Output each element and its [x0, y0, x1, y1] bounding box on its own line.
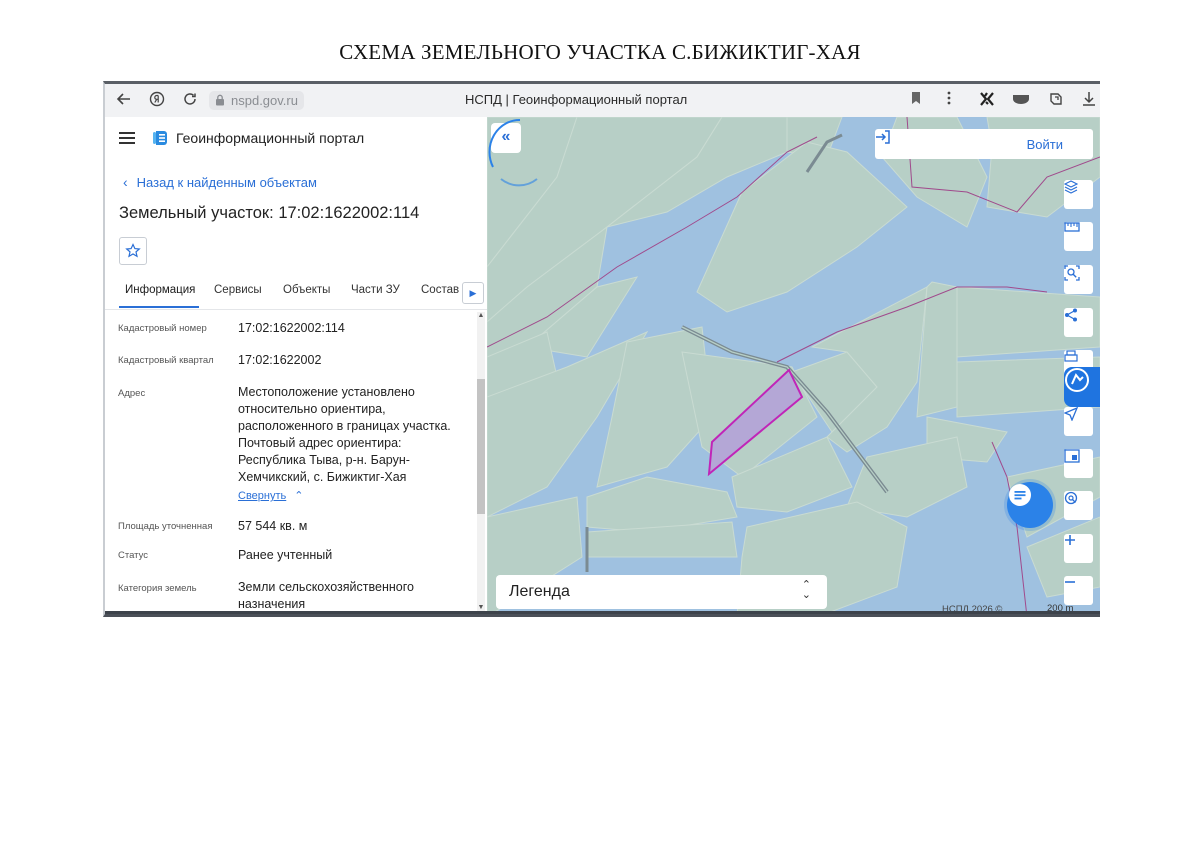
land-category-value: Земли сельскохозяйственного назначения: [238, 580, 414, 611]
address-value: Местоположение установлено относительно …: [238, 385, 451, 484]
login-icon: [876, 130, 890, 144]
back-to-results-link[interactable]: ‹ Назад к найденным объектам: [123, 174, 317, 190]
assistant-icon: [1065, 368, 1089, 392]
download-icon[interactable]: [1079, 91, 1099, 111]
share-button[interactable]: [1064, 308, 1093, 337]
vpn-icon[interactable]: [1011, 91, 1031, 111]
print-icon: [1064, 350, 1078, 362]
object-info-panel: Геоинформационный портал ‹ Назад к найден…: [105, 117, 487, 614]
cadastral-number-value: 17:02:1622002:114: [238, 321, 345, 335]
zoom-out-icon: [1065, 581, 1075, 583]
back-arrow-icon[interactable]: [114, 91, 134, 111]
zoom-out-button[interactable]: [1064, 576, 1093, 605]
chevron-left-icon: ‹: [123, 174, 128, 190]
area-value: 57 544 кв. м: [238, 519, 308, 533]
chevron-up-icon: ⌃: [294, 490, 304, 502]
yandex-icon[interactable]: [147, 91, 167, 111]
tab-objects[interactable]: Объекты: [283, 284, 330, 296]
cadastral-number-label: Кадастровый номер: [118, 323, 207, 334]
area-label: Площадь уточненная: [118, 521, 213, 532]
status-value: Ранее учтенный: [238, 548, 333, 562]
area-select-button[interactable]: [1064, 265, 1093, 294]
parcel-title: Земельный участок: 17:02:1622002:114: [119, 204, 420, 222]
tab-information[interactable]: Информация: [125, 284, 195, 296]
status-label: Статус: [118, 550, 149, 561]
legend-dropdown[interactable]: Легенда ⌃ ⌄: [496, 575, 827, 609]
chat-button[interactable]: [1007, 482, 1053, 528]
back-link-label: Назад к найденным объектам: [136, 175, 317, 190]
geolocation-button[interactable]: [1064, 407, 1093, 436]
cadastral-quarter-label: Кадастровый квартал: [118, 355, 214, 366]
legend-label: Легенда: [509, 583, 570, 600]
updown-chevron-icon: ⌃ ⌄: [801, 579, 811, 601]
layers-icon: [1064, 180, 1078, 194]
search-location-button[interactable]: [1064, 491, 1093, 520]
url-text: nspd.gov.ru: [231, 93, 298, 108]
collapse-address-link[interactable]: Свернуть ⌃: [238, 489, 303, 502]
document-title: СХЕМА ЗЕМЕЛЬНОГО УЧАСТКА С.БИЖИКТИГ-ХАЯ: [339, 40, 861, 64]
portal-name: Геоинформационный портал: [176, 130, 365, 146]
chevron-right-icon: ▶: [469, 288, 477, 298]
portal-logo-icon: [153, 131, 167, 145]
active-tab-indicator: [119, 306, 199, 308]
reload-icon[interactable]: [180, 91, 200, 111]
land-category-label: Категория земель: [118, 583, 197, 594]
chat-icon: [1009, 484, 1031, 506]
tab-parts[interactable]: Части ЗУ: [351, 284, 400, 296]
address-bar[interactable]: nspd.gov.ru: [209, 91, 304, 110]
ruler-button[interactable]: [1064, 222, 1093, 251]
ruler-icon: [1064, 222, 1080, 232]
lock-icon: [216, 94, 224, 106]
panel-scrollbar-thumb[interactable]: [477, 379, 485, 514]
assistant-badge[interactable]: [1064, 367, 1100, 407]
star-icon: [125, 243, 141, 258]
scroll-down-icon[interactable]: ▼: [477, 604, 485, 611]
zoom-in-icon: [1065, 535, 1075, 545]
hamburger-menu-icon[interactable]: [119, 132, 135, 144]
tab-title: НСПД | Геоинформационный портал: [465, 92, 688, 107]
info-tabs: Информация Сервисы Объекты Части ЗУ Сост…: [119, 284, 485, 308]
tabs-next-button[interactable]: ▶: [462, 282, 484, 304]
share-icon: [1065, 308, 1077, 322]
browser-screenshot: nspd.gov.ru НСПД | Геоинформационный пор…: [103, 81, 1100, 617]
scroll-up-icon[interactable]: ▲: [477, 312, 485, 319]
taskbar-strip: [105, 611, 1100, 614]
favorite-button[interactable]: [119, 237, 147, 265]
browser-toolbar: nspd.gov.ru НСПД | Геоинформационный пор…: [105, 84, 1100, 118]
more-vert-icon[interactable]: [939, 91, 959, 111]
login-label: Войти: [1026, 137, 1063, 152]
layers-button[interactable]: [1064, 180, 1093, 209]
bookmark-icon[interactable]: [906, 91, 926, 111]
area-select-icon: [1064, 265, 1080, 281]
search-location-icon: [1064, 491, 1078, 505]
map-canvas[interactable]: [487, 117, 1100, 617]
map-view[interactable]: « Войти Легенда ⌃ ⌄ НСПД 2026 © 200 m: [487, 117, 1100, 617]
extension-icon[interactable]: [977, 91, 997, 111]
minimap-button[interactable]: [1064, 449, 1093, 478]
collapse-label: Свернуть: [238, 490, 287, 502]
zoom-in-button[interactable]: [1064, 534, 1093, 563]
cadastral-quarter-value: 17:02:1622002: [238, 353, 322, 367]
minimap-icon: [1064, 449, 1080, 463]
collections-icon[interactable]: [1046, 91, 1066, 111]
tab-composition[interactable]: Состав: [421, 284, 459, 296]
chat-ring-icon: [488, 118, 538, 187]
tabs-divider: [105, 309, 487, 310]
geolocation-icon: [1064, 407, 1078, 421]
login-button[interactable]: Войти: [875, 129, 1093, 159]
tab-services[interactable]: Сервисы: [214, 284, 262, 296]
address-label: Адрес: [118, 388, 146, 399]
